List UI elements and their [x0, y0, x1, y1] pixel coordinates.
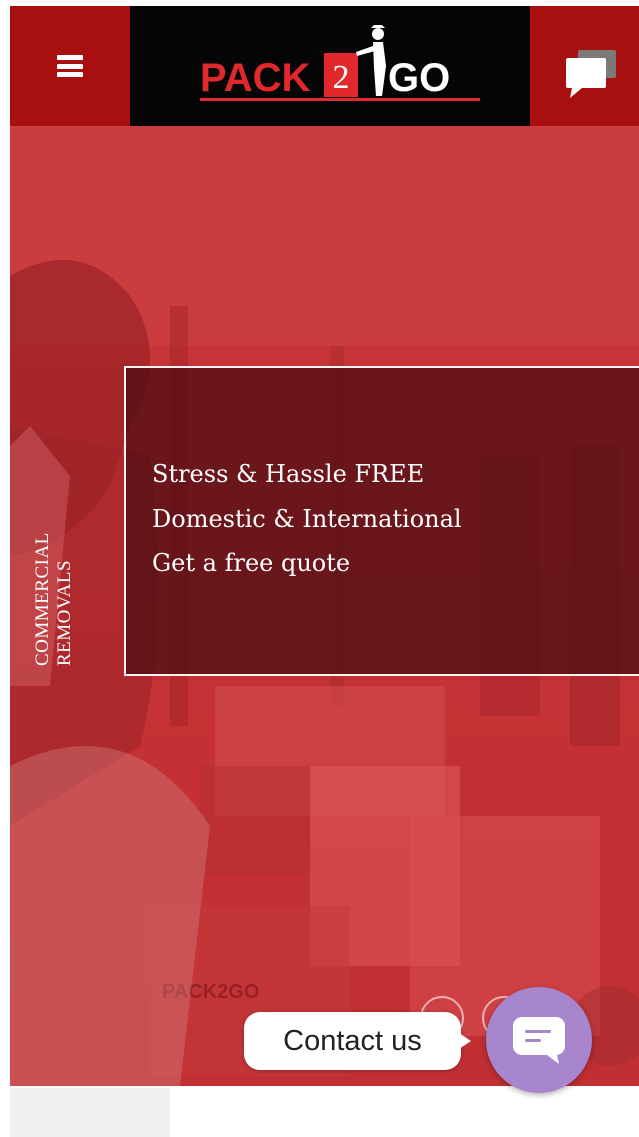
vertical-label-line-2: REMOVALS [54, 559, 75, 666]
logo-mark: PACK 2 GO [200, 25, 480, 101]
logo-figure-arm [356, 46, 375, 56]
hamburger-icon [57, 55, 83, 77]
commercial-removals-label: COMMERCIAL REMOVALS [32, 532, 76, 666]
logo-text-pack: PACK [200, 56, 310, 100]
menu-button[interactable] [10, 6, 130, 126]
chat-button[interactable] [530, 6, 639, 126]
logo-text-number: 2 [333, 59, 350, 96]
chat-icon [513, 1017, 565, 1064]
bottom-placeholder [10, 1088, 170, 1137]
hero-line-2: Domestic & International [152, 505, 462, 533]
hero-card: Stress & Hassle FREE Domestic & Internat… [124, 366, 639, 676]
hero-line-1: Stress & Hassle FREE [152, 460, 425, 488]
logo-text-go: GO [388, 56, 450, 100]
contact-us-label: Contact us [283, 1024, 422, 1057]
contact-button[interactable] [486, 987, 592, 1093]
logo-underline [200, 98, 480, 101]
hero-line-3[interactable]: Get a free quote [152, 549, 350, 577]
logo[interactable]: PACK 2 GO [130, 6, 530, 126]
contact-us-bubble[interactable]: Contact us [244, 1012, 471, 1070]
logo-figure-head [372, 28, 384, 40]
chat-bubbles-icon [566, 50, 616, 98]
logo-figure-hat [371, 25, 385, 28]
header: PACK 2 GO [10, 6, 639, 126]
vertical-label-line-1: COMMERCIAL [32, 532, 53, 666]
logo-figure-body [373, 42, 386, 96]
hero-banner: PACK2GO COMMERCIAL REMOVALS Stress & Has… [10, 126, 639, 1086]
